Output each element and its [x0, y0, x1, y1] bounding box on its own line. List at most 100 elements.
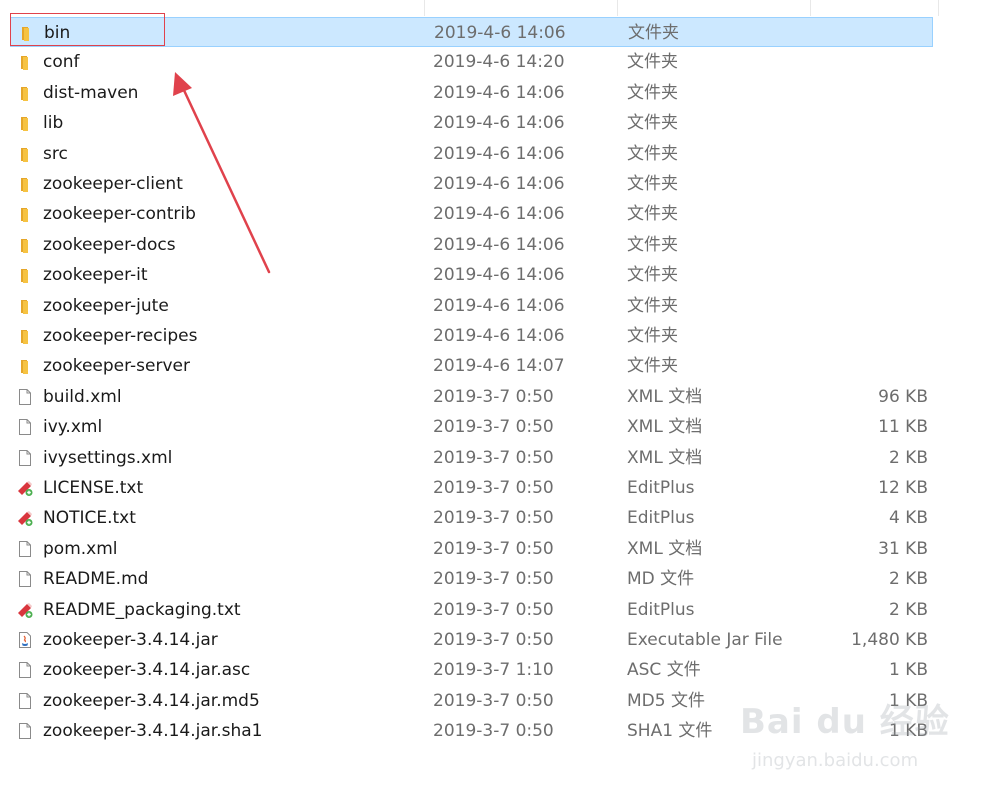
- file-row[interactable]: conf 2019-4-6 14:20 文件夹: [10, 47, 933, 77]
- editplus-icon: [16, 479, 34, 497]
- folder-icon: [16, 327, 34, 345]
- file-name: zookeeper-it: [43, 265, 148, 286]
- file-row[interactable]: zookeeper-docs 2019-4-6 14:06 文件夹: [10, 230, 933, 260]
- file-row[interactable]: ivy.xml 2019-3-7 0:50 XML 文档 11 KB: [10, 412, 933, 442]
- file-type: EditPlus: [627, 508, 695, 529]
- file-row[interactable]: pom.xml 2019-3-7 0:50 XML 文档 31 KB: [10, 534, 933, 564]
- file-row[interactable]: LICENSE.txt 2019-3-7 0:50 EditPlus 12 KB: [10, 473, 933, 503]
- file-name: LICENSE.txt: [43, 478, 144, 498]
- file-type: MD 文件: [627, 569, 695, 590]
- file-date-modified: 2019-4-6 14:06: [433, 265, 565, 286]
- folder-icon: [16, 236, 34, 254]
- folder-icon: [16, 297, 34, 315]
- column-divider[interactable]: [424, 0, 425, 16]
- file-name: zookeeper-server: [43, 356, 190, 377]
- column-divider[interactable]: [938, 0, 939, 16]
- file-type: XML 文档: [627, 386, 703, 407]
- file-row[interactable]: zookeeper-3.4.14.jar.asc 2019-3-7 1:10 A…: [10, 655, 933, 685]
- file-row[interactable]: NOTICE.txt 2019-3-7 0:50 EditPlus 4 KB: [10, 503, 933, 533]
- file-name: ivy.xml: [43, 417, 103, 438]
- file-size: 4 KB: [888, 508, 928, 529]
- file-date-modified: 2019-3-7 0:50: [433, 599, 554, 620]
- file-name: ivysettings.xml: [43, 447, 173, 468]
- file-size: 2 KB: [888, 599, 928, 620]
- file-date-modified: 2019-4-6 14:06: [433, 82, 565, 103]
- file-date-modified: 2019-4-6 14:06: [433, 204, 565, 225]
- file-date-modified: 2019-3-7 0:50: [433, 386, 554, 407]
- file-row[interactable]: dist-maven 2019-4-6 14:06 文件夹: [10, 78, 933, 108]
- folder-icon: [16, 175, 34, 193]
- file-type: EditPlus: [627, 478, 695, 498]
- file-row[interactable]: README.md 2019-3-7 0:50 MD 文件 2 KB: [10, 564, 933, 594]
- document-icon: [16, 540, 34, 558]
- file-date-modified: 2019-4-6 14:20: [433, 52, 565, 73]
- document-icon: [16, 449, 34, 467]
- file-date-modified: 2019-3-7 0:50: [433, 569, 554, 590]
- file-date-modified: 2019-3-7 0:50: [433, 538, 554, 559]
- file-row[interactable]: zookeeper-recipes 2019-4-6 14:06 文件夹: [10, 321, 933, 351]
- file-name: src: [43, 143, 68, 164]
- file-name: zookeeper-3.4.14.jar.sha1: [43, 721, 263, 742]
- file-type: 文件夹: [627, 52, 678, 73]
- column-divider[interactable]: [617, 0, 618, 16]
- folder-icon: [16, 357, 34, 375]
- document-icon: [16, 570, 34, 588]
- file-row[interactable]: build.xml 2019-3-7 0:50 XML 文档 96 KB: [10, 382, 933, 412]
- file-name: conf: [43, 52, 80, 73]
- file-name: README.md: [43, 569, 149, 590]
- file-name: zookeeper-contrib: [43, 204, 196, 225]
- file-type: SHA1 文件: [627, 721, 713, 742]
- document-icon: [16, 418, 34, 436]
- file-type: Executable Jar File: [627, 630, 783, 650]
- editplus-icon: [16, 601, 34, 619]
- file-size: 1 KB: [888, 660, 928, 681]
- file-row[interactable]: zookeeper-3.4.14.jar 2019-3-7 0:50 Execu…: [10, 625, 933, 655]
- file-date-modified: 2019-4-6 14:06: [433, 326, 565, 346]
- column-divider[interactable]: [810, 0, 811, 16]
- document-icon: [16, 722, 34, 740]
- file-name: zookeeper-3.4.14.jar.md5: [43, 690, 260, 711]
- file-type: XML 文档: [627, 447, 703, 468]
- baidu-watermark: Bai du 经验 jingyan.baidu.com: [740, 688, 950, 788]
- file-type: EditPlus: [627, 599, 695, 620]
- file-row[interactable]: zookeeper-contrib 2019-4-6 14:06 文件夹: [10, 199, 933, 229]
- file-date-modified: 2019-3-7 0:50: [433, 690, 554, 711]
- file-row[interactable]: zookeeper-server 2019-4-6 14:07 文件夹: [10, 351, 933, 381]
- file-type: 文件夹: [627, 326, 678, 346]
- file-type: 文件夹: [627, 234, 678, 255]
- document-icon: [16, 388, 34, 406]
- file-row[interactable]: zookeeper-it 2019-4-6 14:06 文件夹: [10, 260, 933, 290]
- file-date-modified: 2019-4-6 14:06: [433, 143, 565, 164]
- file-row[interactable]: zookeeper-jute 2019-4-6 14:06 文件夹: [10, 291, 933, 321]
- file-size: 2 KB: [888, 569, 928, 590]
- file-date-modified: 2019-3-7 0:50: [433, 508, 554, 529]
- file-row[interactable]: lib 2019-4-6 14:06 文件夹: [10, 108, 933, 138]
- file-name: pom.xml: [43, 538, 118, 559]
- document-icon: [16, 661, 34, 679]
- file-name: README_packaging.txt: [43, 599, 241, 620]
- file-row[interactable]: src 2019-4-6 14:06 文件夹: [10, 139, 933, 169]
- file-type: 文件夹: [627, 82, 678, 103]
- file-type: 文件夹: [627, 356, 678, 377]
- folder-icon: [16, 205, 34, 223]
- file-name: zookeeper-recipes: [43, 326, 198, 346]
- file-row[interactable]: README_packaging.txt 2019-3-7 0:50 EditP…: [10, 595, 933, 625]
- file-date-modified: 2019-3-7 0:50: [433, 447, 554, 468]
- file-name: zookeeper-client: [43, 174, 183, 194]
- file-date-modified: 2019-3-7 0:50: [433, 721, 554, 742]
- folder-icon: [16, 53, 34, 71]
- file-date-modified: 2019-4-6 14:06: [434, 23, 566, 43]
- watermark-logo: Bai du 经验: [740, 702, 950, 742]
- file-name: dist-maven: [43, 82, 139, 103]
- file-date-modified: 2019-3-7 0:50: [433, 630, 554, 650]
- folder-icon: [16, 84, 34, 102]
- file-row[interactable]: zookeeper-client 2019-4-6 14:06 文件夹: [10, 169, 933, 199]
- file-date-modified: 2019-4-6 14:06: [433, 295, 565, 316]
- annotation-highlight-box: [10, 13, 165, 46]
- file-size: 12 KB: [878, 478, 928, 498]
- file-name: lib: [43, 113, 64, 134]
- file-type: 文件夹: [627, 174, 678, 194]
- editplus-icon: [16, 509, 34, 527]
- file-row[interactable]: ivysettings.xml 2019-3-7 0:50 XML 文档 2 K…: [10, 443, 933, 473]
- folder-icon: [16, 145, 34, 163]
